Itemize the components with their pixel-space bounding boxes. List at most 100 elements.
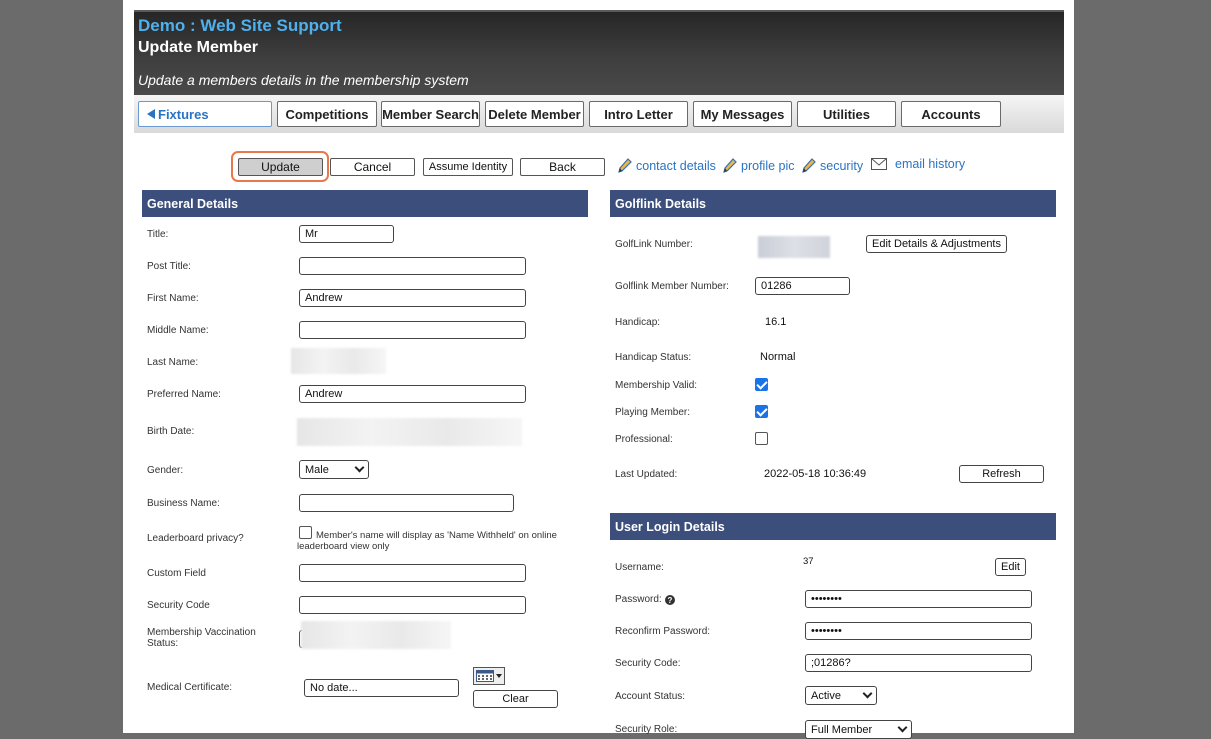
login-security-code-field[interactable]: ;01286? <box>805 654 1032 672</box>
general-details-header: General Details <box>142 190 588 217</box>
login-security-code-label: Security Code: <box>615 658 681 669</box>
svg-text:?: ? <box>667 596 672 605</box>
clear-date-button[interactable]: Clear <box>473 690 558 708</box>
cancel-button[interactable]: Cancel <box>330 158 415 176</box>
tab-utilities[interactable]: Utilities <box>797 101 896 127</box>
help-icon[interactable]: ? <box>664 594 675 605</box>
page-title: Update Member <box>138 39 259 56</box>
edit-details-adjustments-button[interactable]: Edit Details & Adjustments <box>866 235 1007 253</box>
refresh-button[interactable]: Refresh <box>959 465 1044 483</box>
professional-checkbox[interactable] <box>755 432 768 445</box>
leaderboard-privacy-label: Leaderboard privacy? <box>147 533 244 544</box>
chevron-down-icon <box>897 722 908 733</box>
custom-field-input[interactable] <box>299 564 526 582</box>
security-label: security <box>820 159 864 173</box>
last-updated-label: Last Updated: <box>615 469 678 480</box>
first-name-field[interactable]: Andrew <box>299 289 526 307</box>
account-status-label: Account Status: <box>615 691 686 702</box>
chevron-down-icon <box>862 688 873 699</box>
leaderboard-privacy-text: Member's name will display as 'Name With… <box>297 530 557 552</box>
medical-certificate-label: Medical Certificate: <box>147 682 233 693</box>
gender-value: Male <box>305 463 329 476</box>
calendar-button[interactable] <box>473 667 505 685</box>
middle-name-label: Middle Name: <box>147 325 209 336</box>
tab-fixtures[interactable]: Fixtures <box>138 101 272 127</box>
golflink-member-number-field[interactable]: 01286 <box>755 277 850 295</box>
tab-member-search[interactable]: Member Search <box>381 101 480 127</box>
security-code-field[interactable] <box>299 596 526 614</box>
security-role-select[interactable]: Full Member <box>805 720 912 739</box>
title-field[interactable]: Mr <box>299 225 394 243</box>
professional-label: Professional: <box>615 434 673 445</box>
password-label-group: Password: ? <box>615 594 675 605</box>
tab-delete-member[interactable]: Delete Member <box>485 101 584 127</box>
last-updated-value: 2022-05-18 10:36:49 <box>764 468 867 480</box>
preferred-name-field[interactable]: Andrew <box>299 385 526 403</box>
tab-label: Fixtures <box>158 106 209 122</box>
vaccination-label: Membership Vaccination <box>147 627 256 638</box>
tab-accounts[interactable]: Accounts <box>901 101 1001 127</box>
medical-certificate-field[interactable]: No date... <box>304 679 459 697</box>
dropdown-arrow-icon <box>496 674 502 678</box>
account-status-value: Active <box>811 689 841 702</box>
email-history-label: email history <box>895 157 966 171</box>
tab-competitions[interactable]: Competitions <box>277 101 377 127</box>
chevron-down-icon <box>354 462 365 473</box>
handicap-status-label: Handicap Status: <box>615 352 692 363</box>
email-history-link[interactable]: email history <box>871 157 965 171</box>
envelope-icon <box>871 158 887 170</box>
handicap-value: 16.1 <box>765 316 787 328</box>
golflink-number-label: GolfLink Number: <box>615 239 693 250</box>
middle-name-field[interactable] <box>299 321 526 339</box>
profile-pic-label: profile pic <box>741 159 795 173</box>
assume-identity-button[interactable]: Assume Identity <box>423 158 513 176</box>
membership-valid-checkbox[interactable] <box>755 378 768 391</box>
pencil-icon <box>723 158 737 173</box>
last-name-label: Last Name: <box>147 357 199 368</box>
pencil-icon <box>802 158 816 173</box>
password-label: Password: <box>615 594 662 605</box>
redacted-vaccination-status <box>301 621 451 649</box>
tab-my-messages[interactable]: My Messages <box>693 101 792 127</box>
security-role-label: Security Role: <box>615 724 678 735</box>
account-status-select[interactable]: Active <box>805 686 877 705</box>
business-name-field[interactable] <box>299 494 514 512</box>
tab-intro-letter[interactable]: Intro Letter <box>589 101 688 127</box>
preferred-name-label: Preferred Name: <box>147 389 221 400</box>
redacted-golflink-number <box>758 236 830 258</box>
update-button[interactable]: Update <box>238 158 323 176</box>
calendar-icon <box>476 670 494 682</box>
user-login-details-header: User Login Details <box>610 513 1056 540</box>
security-link[interactable]: security <box>800 157 863 175</box>
golflink-member-number-label: Golflink Member Number: <box>615 281 729 292</box>
contact-details-link[interactable]: contact details <box>616 157 716 175</box>
post-title-label: Post Title: <box>147 261 191 272</box>
post-title-field[interactable] <box>299 257 526 275</box>
page-header: Demo : Web Site Support Update Member Up… <box>134 10 1064 95</box>
site-name: Demo : Web Site Support <box>138 16 342 35</box>
first-name-label: First Name: <box>147 293 199 304</box>
title-label: Title: <box>147 229 169 240</box>
pencil-icon <box>618 158 632 173</box>
back-button[interactable]: Back <box>520 158 605 176</box>
security-code-label: Security Code <box>147 600 210 611</box>
playing-member-checkbox[interactable] <box>755 405 768 418</box>
contact-details-label: contact details <box>636 159 716 173</box>
password-field[interactable]: •••••••• <box>805 590 1032 608</box>
gender-label: Gender: <box>147 465 184 476</box>
gender-select[interactable]: Male <box>299 460 369 479</box>
nav-bar: Fixtures Competitions Member Search Dele… <box>134 95 1064 133</box>
page-subtitle: Update a members details in the membersh… <box>138 72 469 88</box>
username-value: 37 <box>803 556 814 567</box>
birth-date-label: Birth Date: <box>147 426 195 437</box>
page-container: Demo : Web Site Support Update Member Up… <box>123 0 1074 739</box>
playing-member-label: Playing Member: <box>615 407 691 418</box>
reconfirm-password-label: Reconfirm Password: <box>615 626 711 637</box>
security-role-value: Full Member <box>811 723 873 736</box>
edit-username-button[interactable]: Edit <box>995 558 1026 576</box>
business-name-label: Business Name: <box>147 498 220 509</box>
reconfirm-password-field[interactable]: •••••••• <box>805 622 1032 640</box>
handicap-status-value: Normal <box>760 351 796 363</box>
profile-pic-link[interactable]: profile pic <box>721 157 795 175</box>
vaccination-label-line2: Status: <box>147 638 179 649</box>
